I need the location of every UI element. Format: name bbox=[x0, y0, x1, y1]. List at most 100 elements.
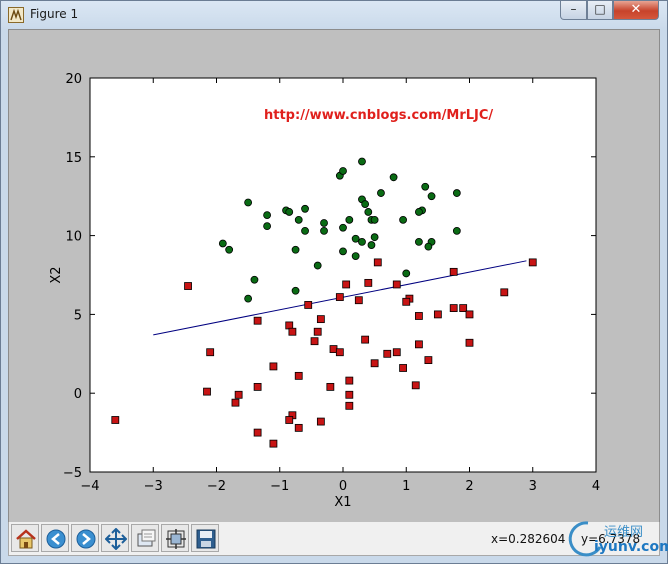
scatter-chart[interactable]: −4 −3 −2 −1 0 1 2 3 4 −5 0 5 10 15 20 X1 X2 http://www… bbox=[0, 0, 668, 564]
class1-point bbox=[399, 215, 407, 224]
class0-point bbox=[269, 362, 278, 371]
class0-point bbox=[316, 417, 325, 426]
class0-point bbox=[326, 382, 335, 391]
class1-point bbox=[351, 252, 360, 260]
class0-point bbox=[294, 423, 303, 432]
y-tick-label: 0 bbox=[74, 387, 82, 402]
x-tick-label: −2 bbox=[207, 479, 226, 494]
class1-point bbox=[367, 241, 376, 249]
class0-point bbox=[354, 296, 363, 305]
floppy-disk-icon bbox=[196, 529, 216, 549]
class1-point bbox=[339, 167, 347, 175]
y-tick-label: 10 bbox=[65, 230, 82, 245]
y-tick-label: 15 bbox=[65, 151, 82, 166]
class1-point bbox=[414, 238, 423, 246]
class0-point bbox=[345, 401, 354, 410]
class0-point bbox=[111, 416, 120, 424]
class0-point bbox=[304, 301, 313, 309]
class0-point bbox=[345, 390, 354, 399]
class0-point bbox=[253, 316, 262, 325]
x-tick-label: −3 bbox=[144, 479, 163, 494]
class0-point bbox=[253, 428, 262, 437]
y-tick-label: 5 bbox=[74, 308, 82, 323]
pan-button[interactable] bbox=[101, 524, 129, 552]
zoom-button[interactable] bbox=[131, 524, 159, 552]
home-icon bbox=[16, 529, 36, 549]
class1-point bbox=[424, 242, 433, 251]
class1-point bbox=[370, 233, 379, 242]
forward-button[interactable] bbox=[71, 524, 99, 552]
site-watermark: 运维网 iyunv.com bbox=[566, 517, 668, 563]
x-tick-label: 4 bbox=[592, 479, 600, 494]
class1-point bbox=[358, 157, 366, 166]
class1-point bbox=[244, 198, 253, 207]
class0-point bbox=[402, 297, 411, 306]
class1-point bbox=[370, 215, 379, 224]
class0-point bbox=[310, 337, 319, 346]
class0-point bbox=[383, 349, 392, 358]
class1-point bbox=[452, 189, 461, 197]
back-button[interactable] bbox=[41, 524, 69, 552]
chart-annotation: http://www.cnblogs.com/MrLJC/ bbox=[264, 108, 493, 123]
x-tick-label: 1 bbox=[402, 479, 410, 494]
class0-point bbox=[399, 364, 407, 372]
forward-arrow-icon bbox=[76, 529, 96, 549]
class0-point bbox=[392, 280, 401, 289]
class1-point bbox=[427, 192, 436, 201]
class1-point bbox=[294, 215, 303, 224]
plot-area bbox=[89, 77, 597, 473]
x-axis-label: X1 bbox=[334, 495, 351, 510]
class0-point bbox=[528, 258, 537, 267]
subplots-button[interactable] bbox=[161, 524, 189, 552]
class1-point bbox=[291, 286, 300, 295]
class1-point bbox=[313, 261, 322, 270]
class0-point bbox=[449, 267, 458, 276]
class0-point bbox=[465, 338, 474, 347]
class1-point bbox=[301, 204, 309, 213]
class0-point bbox=[335, 348, 344, 357]
class1-point bbox=[285, 208, 294, 216]
class1-point bbox=[377, 189, 385, 197]
class1-point bbox=[263, 211, 272, 220]
watermark-top-text: 运维网 bbox=[604, 525, 644, 540]
class0-point bbox=[206, 348, 215, 357]
class1-point bbox=[389, 173, 398, 182]
class0-point bbox=[373, 258, 382, 267]
class0-point bbox=[294, 371, 303, 380]
class0-point bbox=[335, 293, 344, 301]
class0-point bbox=[253, 382, 262, 391]
class1-point bbox=[361, 200, 370, 208]
y-tick-label: 20 bbox=[65, 72, 82, 87]
class0-point bbox=[234, 390, 243, 399]
home-button[interactable] bbox=[11, 524, 39, 552]
class0-point bbox=[449, 304, 458, 312]
class1-point bbox=[339, 223, 347, 232]
class1-point bbox=[263, 222, 272, 231]
class0-point bbox=[411, 381, 420, 390]
move-arrows-icon bbox=[105, 528, 127, 550]
y-tick-label: −5 bbox=[63, 466, 82, 481]
class0-point bbox=[414, 340, 423, 349]
y-axis-label: X2 bbox=[49, 266, 64, 283]
x-tick-label: 0 bbox=[339, 479, 347, 494]
save-button[interactable] bbox=[191, 524, 219, 552]
class1-point bbox=[218, 239, 227, 248]
class1-point bbox=[320, 226, 328, 235]
class0-point bbox=[316, 315, 325, 324]
x-tick-label: −1 bbox=[270, 479, 289, 494]
navigation-toolbar: x=0.282604 y=6.7378 bbox=[8, 522, 660, 556]
class0-point bbox=[184, 282, 192, 290]
back-arrow-icon bbox=[46, 529, 66, 549]
watermark-bottom-text: iyunv.com bbox=[594, 539, 668, 555]
class0-point bbox=[342, 280, 351, 289]
class1-point bbox=[345, 215, 354, 224]
class1-point bbox=[339, 247, 347, 256]
class0-point bbox=[313, 327, 322, 336]
class0-point bbox=[285, 416, 294, 424]
class1-point bbox=[291, 245, 300, 254]
class0-point bbox=[203, 387, 211, 396]
class1-point bbox=[301, 226, 309, 235]
subplots-config-icon bbox=[166, 529, 186, 549]
class1-point bbox=[402, 269, 411, 278]
class1-point bbox=[320, 219, 328, 227]
